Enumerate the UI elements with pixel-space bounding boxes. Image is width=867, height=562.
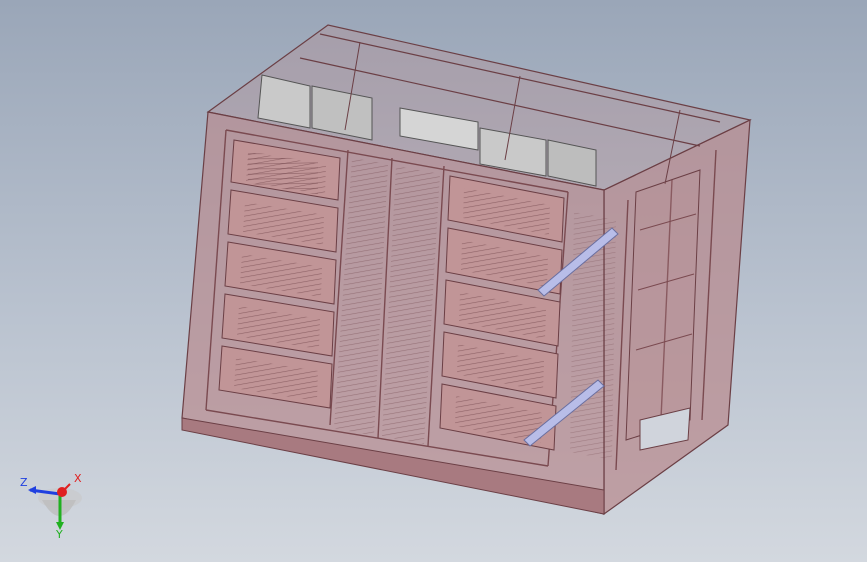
orientation-triad[interactable]: Z X Y (16, 470, 96, 542)
cabinet-model[interactable] (0, 0, 867, 562)
drawer-rows-left (218, 139, 341, 409)
drawer-rows-right (439, 175, 565, 451)
z-axis-label: Z (20, 476, 28, 489)
3d-viewport[interactable]: Z X Y (0, 0, 867, 562)
z-axis-arrow-icon (28, 486, 36, 494)
y-axis-label: Y (56, 528, 63, 541)
x-axis-label: X (74, 472, 82, 485)
